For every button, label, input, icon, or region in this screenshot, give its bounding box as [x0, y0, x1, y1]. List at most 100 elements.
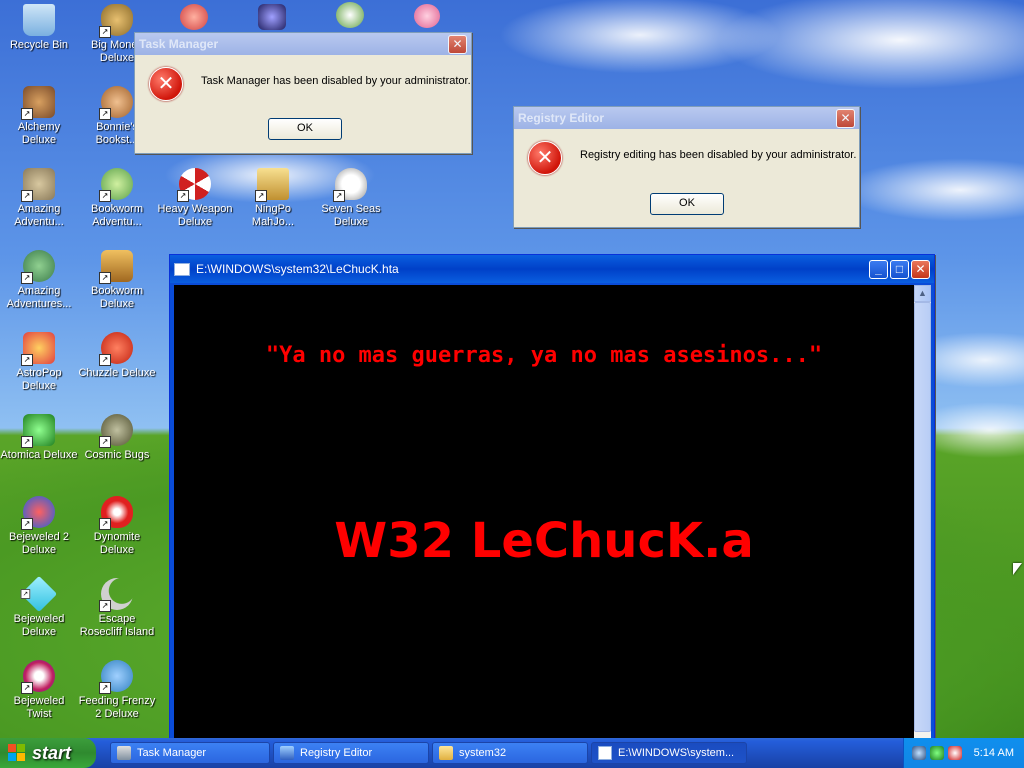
vertical-scrollbar[interactable]: ▲ [914, 285, 931, 739]
globe-icon: ↗ [21, 250, 55, 284]
clock[interactable]: 5:14 AM [974, 747, 1014, 759]
wizard-icon: ↗ [21, 86, 55, 120]
desktop-icon-label: Chuzzle Deluxe [78, 367, 156, 379]
error-message: Registry editing has been disabled by yo… [580, 149, 857, 161]
hta-headline: W32 LeChucK.a [334, 513, 754, 569]
system-tray: 5:14 AM [902, 738, 1024, 768]
taskbar-item-label: Task Manager [137, 747, 207, 759]
moon-icon: ↗ [99, 578, 133, 612]
hta-quote: "Ya no mas guerras, ya no mas asesinos..… [265, 343, 823, 368]
partial-desktop-icon[interactable] [336, 2, 364, 28]
close-button[interactable]: ✕ [911, 259, 930, 279]
window-app-icon [174, 262, 190, 276]
radiation-icon: ↗ [177, 168, 211, 202]
desktop-icon-label: Dynomite Deluxe [93, 531, 141, 556]
desktop-icon-label: Cosmic Bugs [84, 449, 150, 461]
bookworm-icon: ↗ [99, 168, 133, 202]
start-button[interactable]: start [0, 738, 96, 768]
desktop-icon-chuzzle-deluxe[interactable]: ↗ Chuzzle Deluxe [78, 332, 156, 380]
compass-icon: ↗ [21, 168, 55, 202]
taskbar-item-system32[interactable]: system32 [432, 742, 588, 764]
desktop-icon-label: AstroPop Deluxe [16, 367, 62, 392]
desktop-icon-recycle-bin[interactable]: Recycle Bin [0, 4, 78, 52]
desktop-icon-bookworm-deluxe[interactable]: ↗ Bookworm Deluxe [78, 250, 156, 311]
registry-editor-icon [280, 746, 294, 760]
desktop-icon-amazing-adventures-1[interactable]: ↗ Amazing Adventu... [0, 168, 78, 229]
partial-desktop-icon[interactable] [180, 4, 208, 30]
desktop-icon-label: Heavy Weapon Deluxe [157, 203, 233, 228]
desktop-icon-label: Amazing Adventures... [6, 285, 72, 310]
desktop-icon-ningpo-mahjong[interactable]: ↗ NingPo MahJo... [234, 168, 312, 229]
taskbar-item-hta[interactable]: E:\WINDOWS\system... [591, 742, 747, 764]
desktop-icon-astropop-deluxe[interactable]: ↗ AstroPop Deluxe [0, 332, 78, 393]
window-titlebar[interactable]: E:\WINDOWS\system32\LeChucK.hta _ □ ✕ [170, 255, 934, 283]
mahjong-icon: ↗ [255, 168, 289, 202]
task-manager-dialog[interactable]: Task Manager ✕ ✕ Task Manager has been d… [134, 32, 472, 154]
ok-button[interactable]: OK [650, 193, 724, 215]
book-icon: ↗ [99, 250, 133, 284]
error-icon: ✕ [149, 67, 183, 101]
desktop-icon-label: Bejeweled Twist [13, 695, 65, 720]
dialog-titlebar[interactable]: Task Manager ✕ [135, 33, 471, 55]
desktop-icon-cosmic-bugs[interactable]: ↗ Cosmic Bugs [78, 414, 156, 462]
desktop-icon-dynomite-deluxe[interactable]: ↗ Dynomite Deluxe [78, 496, 156, 557]
desktop-icon-label: Escape Rosecliff Island [79, 613, 155, 638]
taskbar-item-label: system32 [459, 747, 507, 759]
start-label: start [32, 742, 72, 763]
taskbar-item-task-manager[interactable]: Task Manager [110, 742, 270, 764]
desktop-icon-bejeweled-twist[interactable]: ↗ Bejeweled Twist [0, 660, 78, 721]
network-icon[interactable] [911, 746, 926, 760]
desktop-icon-escape-rosecliff-island[interactable]: ↗ Escape Rosecliff Island [78, 578, 156, 639]
skull-icon: ↗ [333, 168, 367, 202]
dialog-body: ✕ Task Manager has been disabled by your… [135, 55, 471, 113]
desktop-icon-atomica-deluxe[interactable]: ↗ Atomica Deluxe [0, 414, 78, 462]
desktop-icon-amazing-adventures-2[interactable]: ↗ Amazing Adventures... [0, 250, 78, 311]
bonnie-icon: ↗ [99, 86, 133, 120]
desktop-icon-seven-seas-deluxe[interactable]: ↗ Seven Seas Deluxe [312, 168, 390, 229]
maximize-button[interactable]: □ [890, 259, 909, 279]
desktop-icon-label: NingPo MahJo... [251, 203, 295, 228]
ok-button[interactable]: OK [268, 118, 342, 140]
partial-desktop-icon[interactable] [258, 4, 286, 30]
close-button[interactable]: ✕ [836, 108, 855, 128]
dialog-titlebar[interactable]: Registry Editor ✕ [514, 107, 859, 129]
taskbar-item-label: E:\WINDOWS\system... [618, 747, 735, 759]
minimize-button[interactable]: _ [869, 259, 888, 279]
desktop-icon-alchemy-deluxe[interactable]: ↗ Alchemy Deluxe [0, 86, 78, 147]
desktop-icon-heavy-weapon-deluxe[interactable]: ↗ Heavy Weapon Deluxe [156, 168, 234, 229]
hta-window[interactable]: E:\WINDOWS\system32\LeChucK.hta _ □ ✕ "Y… [169, 254, 935, 740]
error-message: Task Manager has been disabled by your a… [201, 75, 471, 87]
mouse-cursor-icon [1013, 563, 1022, 575]
security-shield-icon[interactable] [947, 746, 962, 760]
taskbar-item-registry-editor[interactable]: Registry Editor [273, 742, 429, 764]
scroll-up-arrow-icon[interactable]: ▲ [914, 285, 931, 302]
task-manager-icon [117, 746, 131, 760]
taskbar-item-label: Registry Editor [300, 747, 373, 759]
window-icon [598, 746, 612, 760]
bejeweled-icon: ↗ [21, 496, 55, 530]
windows-logo-icon [8, 744, 26, 762]
desktop-icon-label: Recycle Bin [9, 39, 69, 51]
desktop-icon-label: Bookworm Deluxe [91, 285, 143, 310]
dialog-body: ✕ Registry editing has been disabled by … [514, 129, 859, 187]
hta-content: "Ya no mas guerras, ya no mas asesinos..… [174, 285, 914, 739]
close-button[interactable]: ✕ [448, 34, 467, 54]
desktop-icon-bejeweled-2-deluxe[interactable]: ↗ Bejeweled 2 Deluxe [0, 496, 78, 557]
egg-icon: ↗ [99, 496, 133, 530]
desktop-icon-label: Atomica Deluxe [0, 449, 78, 461]
desktop-icon-bejeweled-deluxe[interactable]: ↗ Bejeweled Deluxe [0, 575, 78, 639]
desktop-icon-label: Alchemy Deluxe [17, 121, 61, 146]
registry-editor-dialog[interactable]: Registry Editor ✕ ✕ Registry editing has… [513, 106, 860, 228]
recycle-bin-icon [23, 4, 55, 36]
desktop-icon-label: Bejeweled Deluxe [13, 613, 65, 638]
taskbar: start Task Manager Registry Editor syste… [0, 738, 1024, 768]
desktop-icon-label: Bookworm Adventu... [91, 203, 143, 228]
desktop-icon-bookworm-adventures[interactable]: ↗ Bookworm Adventu... [78, 168, 156, 229]
bug-icon: ↗ [99, 414, 133, 448]
desktop-icon-feeding-frenzy-2[interactable]: ↗ Feeding Frenzy 2 Deluxe [78, 660, 156, 721]
partial-desktop-icon[interactable] [414, 4, 440, 28]
desktop-icon-label: Feeding Frenzy 2 Deluxe [78, 695, 156, 720]
antivirus-icon[interactable] [929, 746, 944, 760]
fish-icon: ↗ [99, 660, 133, 694]
scroll-thumb[interactable] [914, 302, 931, 732]
